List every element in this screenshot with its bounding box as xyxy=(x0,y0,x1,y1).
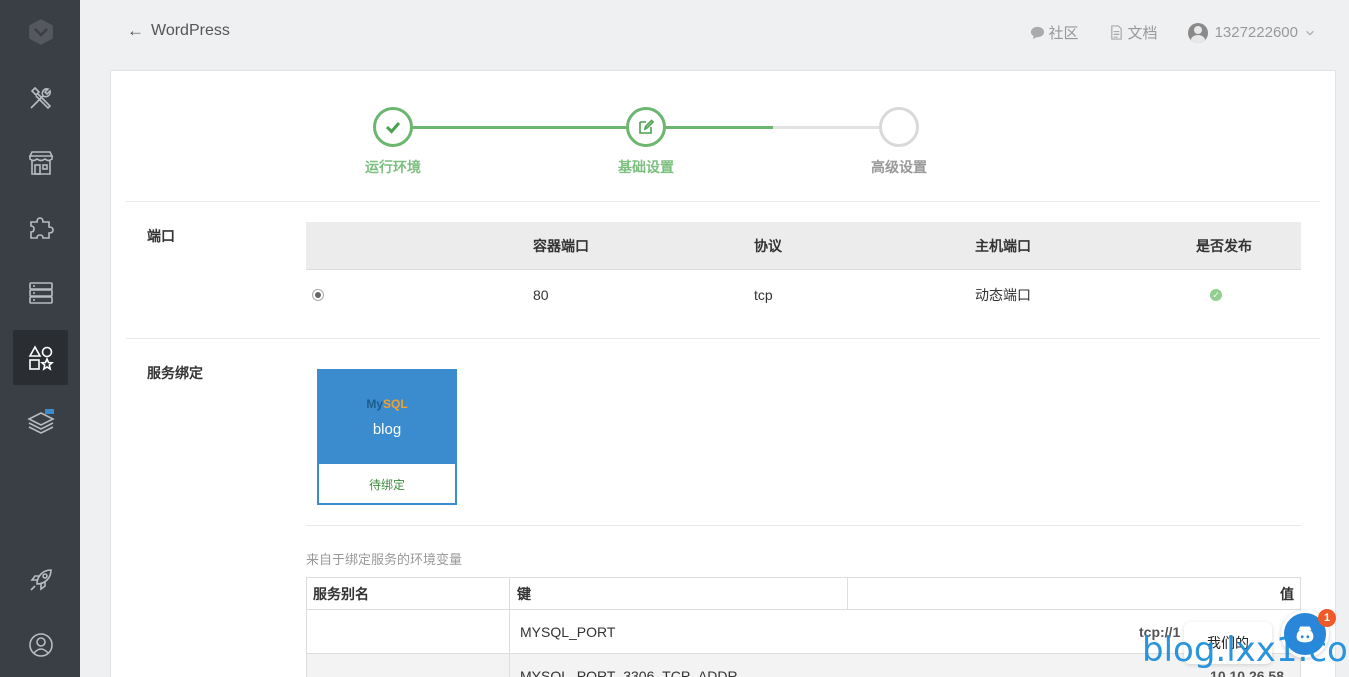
shapes-icon[interactable] xyxy=(13,330,68,385)
host-port-value: 动态端口 xyxy=(975,287,1031,303)
user-menu[interactable]: 1327222600 xyxy=(1187,22,1315,43)
arrow-left-icon: ← xyxy=(127,21,144,40)
back-label: WordPress xyxy=(151,22,230,39)
user-icon[interactable] xyxy=(13,617,68,672)
published-cell: ✓ xyxy=(1210,270,1222,320)
ports-section-label: 端口 xyxy=(147,228,175,244)
ports-table: 容器端口 协议 主机端口 是否发布 80 tcp 动态端口 ✓ xyxy=(306,222,1301,320)
step-label: 运行环境 xyxy=(365,159,421,175)
watermark-text: blog.lxx1.com xyxy=(1142,630,1349,670)
step-basic[interactable]: 基础设置 xyxy=(586,107,706,177)
col-published: 是否发布 xyxy=(1196,237,1252,254)
env-caption: 来自于绑定服务的环境变量 xyxy=(306,552,463,567)
edit-icon xyxy=(639,119,655,134)
step-done-circle xyxy=(373,107,413,147)
row-radio[interactable] xyxy=(312,289,324,301)
divider xyxy=(126,201,1320,202)
mysql-logo-icon: MySQL xyxy=(366,397,408,411)
divider xyxy=(306,525,1301,526)
column-divider xyxy=(509,578,510,609)
docs-label: 文档 xyxy=(1127,25,1158,42)
service-card-blog[interactable]: MySQL blog 待绑定 xyxy=(317,369,457,505)
env-key: MYSQL_PORT_3306_TCP_ADDR xyxy=(520,667,738,677)
step-advanced[interactable]: 高级设置 xyxy=(839,107,959,177)
protocol-value: tcp xyxy=(754,287,773,303)
column-divider xyxy=(509,610,510,653)
column-divider xyxy=(509,654,510,677)
stepper: 运行环境 基础设置 高级设置 xyxy=(111,71,1335,201)
step-runtime[interactable]: 运行环境 xyxy=(333,107,453,177)
step-current-circle xyxy=(626,107,666,147)
top-right-nav: 社区 文档 1327222600 xyxy=(1030,22,1315,43)
col-protocol: 协议 xyxy=(754,237,782,254)
community-link[interactable]: 社区 xyxy=(1030,22,1079,43)
divider xyxy=(126,338,1320,339)
ports-table-header: 容器端口 协议 主机端口 是否发布 xyxy=(306,222,1301,270)
column-divider xyxy=(847,578,848,609)
rocket-icon[interactable] xyxy=(13,552,68,607)
chevron-down-icon xyxy=(1306,30,1314,36)
server-icon[interactable] xyxy=(13,265,68,320)
env-key: MYSQL_PORT xyxy=(520,623,616,640)
layers-beta-icon[interactable] xyxy=(13,393,68,448)
main-panel: 运行环境 基础设置 高级设置 端口 容器端口 协议 主机端口 是否发布 80 t… xyxy=(110,70,1336,677)
store-icon[interactable] xyxy=(13,135,68,190)
service-binding-section-label: 服务绑定 xyxy=(147,365,203,381)
row-radio-cell xyxy=(312,270,324,320)
container-port-value: 80 xyxy=(533,287,549,303)
sidebar xyxy=(0,0,80,677)
service-bind-status[interactable]: 待绑定 xyxy=(319,464,455,505)
table-row[interactable]: 80 tcp 动态端口 ✓ xyxy=(306,270,1301,320)
chat-icon xyxy=(1030,26,1044,40)
puzzle-icon[interactable] xyxy=(13,200,68,255)
col-key: 键 xyxy=(517,585,531,602)
top-bar: ← WordPress 社区 文档 1327222600 xyxy=(80,0,1349,65)
tools-icon[interactable] xyxy=(13,70,68,125)
back-link[interactable]: ← WordPress xyxy=(127,21,230,41)
service-card-header: MySQL blog xyxy=(319,371,455,464)
docs-link[interactable]: 文档 xyxy=(1109,22,1158,43)
col-service-alias: 服务别名 xyxy=(313,585,369,602)
community-label: 社区 xyxy=(1048,25,1079,42)
col-value: 值 xyxy=(1280,585,1294,602)
step-label: 基础设置 xyxy=(618,159,674,175)
user-name: 1327222600 xyxy=(1214,24,1298,41)
env-table-header: 服务别名 键 值 xyxy=(307,578,1300,610)
published-check-icon: ✓ xyxy=(1210,289,1222,301)
check-icon xyxy=(385,122,401,134)
col-container-port: 容器端口 xyxy=(533,237,589,254)
col-host-port: 主机端口 xyxy=(975,237,1031,254)
step-pending-circle xyxy=(879,107,919,147)
brand-logo-icon[interactable] xyxy=(13,4,68,59)
chat-badge: 1 xyxy=(1318,609,1336,627)
avatar xyxy=(1187,22,1208,43)
document-icon xyxy=(1110,25,1122,40)
step-label: 高级设置 xyxy=(871,159,927,175)
service-name: blog xyxy=(372,421,402,438)
